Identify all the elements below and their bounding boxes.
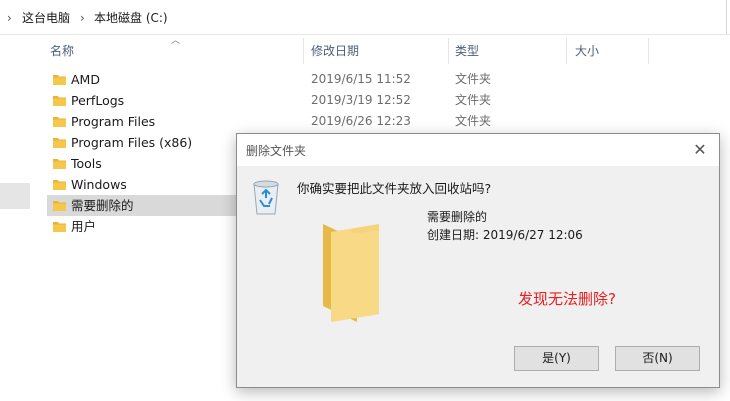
sort-up-icon: ︿ [171, 36, 181, 46]
file-name: PerfLogs [71, 93, 125, 108]
file-type: 文件夹 [455, 114, 492, 128]
folder-icon [53, 180, 66, 190]
column-divider[interactable] [448, 38, 449, 64]
folder-icon [53, 75, 66, 85]
folder-icon [323, 224, 379, 322]
list-item[interactable]: AMD 2019/6/15 11:52 文件夹 [47, 69, 727, 90]
recycle-bin-icon [253, 180, 279, 215]
dialog-folder-name: 需要删除的 [427, 210, 488, 224]
close-icon[interactable]: ✕ [685, 138, 715, 162]
file-name: Program Files (x86) [71, 135, 193, 150]
red-annotation-text: 发现无法删除? [518, 290, 616, 308]
nav-selected-item[interactable] [0, 183, 30, 209]
list-item-selected[interactable]: 需要删除的 [47, 195, 239, 216]
column-header-type[interactable]: 类型 [455, 43, 479, 59]
column-divider[interactable] [648, 38, 649, 64]
file-name: 需要删除的 [71, 198, 134, 213]
folder-icon [53, 201, 66, 211]
folder-icon [53, 138, 66, 148]
no-button[interactable]: 否(N) [615, 346, 700, 371]
file-name: 用户 [71, 219, 97, 234]
breadcrumb-separator: › [7, 11, 12, 25]
list-item[interactable]: PerfLogs 2019/3/19 12:52 文件夹 [47, 90, 727, 111]
breadcrumb-this-pc[interactable]: 这台电脑 [22, 9, 70, 27]
navigation-pane [0, 35, 30, 401]
address-bar-divider [726, 0, 730, 34]
address-bar[interactable]: › 这台电脑 › 本地磁盘 (C:) [0, 0, 730, 35]
file-date: 2019/6/26 12:23 [311, 114, 411, 128]
folder-icon [53, 222, 66, 232]
file-type: 文件夹 [455, 72, 492, 86]
column-divider[interactable] [303, 38, 304, 64]
column-header-date[interactable]: 修改日期 [311, 43, 359, 59]
breadcrumb-separator: › [80, 11, 85, 25]
column-divider[interactable] [566, 38, 567, 64]
delete-folder-dialog: 删除文件夹 ✕ 你确实要把此文件夹放入回收站吗? 需要删除的 创建日期: 201… [236, 133, 720, 388]
column-header-size[interactable]: 大小 [575, 43, 599, 59]
file-date: 2019/6/15 11:52 [311, 72, 411, 86]
breadcrumb-local-disk[interactable]: 本地磁盘 (C:) [94, 9, 168, 27]
dialog-question: 你确实要把此文件夹放入回收站吗? [297, 181, 492, 196]
dialog-created-date: 创建日期: 2019/6/27 12:06 [427, 228, 583, 242]
dialog-title: 删除文件夹 [246, 144, 307, 158]
file-name: Tools [71, 156, 102, 171]
file-name: Program Files [71, 114, 156, 129]
file-name: Windows [71, 177, 127, 192]
dialog-titlebar[interactable]: 删除文件夹 ✕ [237, 134, 719, 166]
column-headers: ︿ 名称 修改日期 类型 大小 [30, 35, 730, 65]
file-name: AMD [71, 72, 100, 87]
folder-icon [53, 117, 66, 127]
folder-icon [53, 159, 66, 169]
column-header-name[interactable]: 名称 [50, 43, 74, 59]
yes-button[interactable]: 是(Y) [514, 346, 599, 371]
file-date: 2019/3/19 12:52 [311, 93, 411, 107]
file-type: 文件夹 [455, 93, 492, 107]
folder-icon [53, 96, 66, 106]
list-item[interactable]: Program Files 2019/6/26 12:23 文件夹 [47, 111, 727, 132]
